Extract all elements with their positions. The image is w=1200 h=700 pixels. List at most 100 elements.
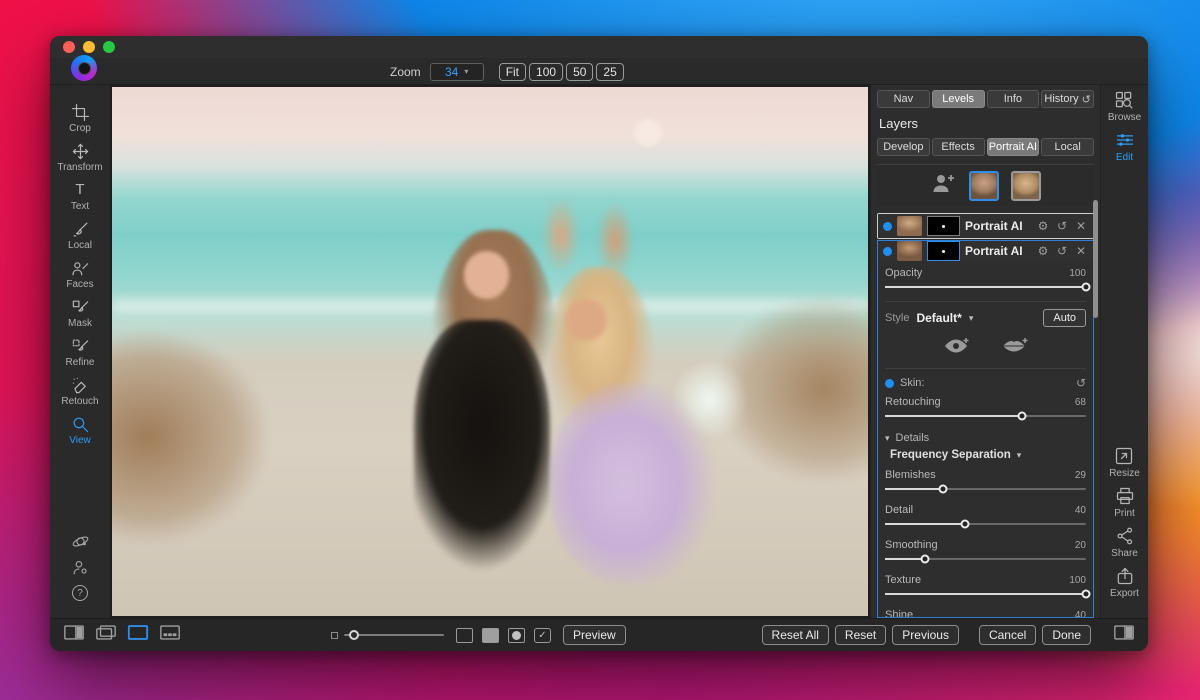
- layer-row-1[interactable]: Portrait AI ⚙ ↺ ✕: [878, 214, 1093, 238]
- face-thumbnail-2[interactable]: [1011, 171, 1041, 201]
- zoom-label: Zoom: [390, 65, 421, 79]
- done-button[interactable]: Done: [1042, 625, 1091, 645]
- selected-layer-panel: Portrait AI ⚙ ↺ ✕ Opacity 100: [877, 240, 1094, 618]
- tool-mask[interactable]: Mask: [50, 298, 110, 337]
- reset-all-button[interactable]: Reset All: [762, 625, 829, 645]
- style-value[interactable]: Default*: [916, 311, 961, 325]
- add-mouth-icon[interactable]: [1001, 336, 1029, 354]
- cancel-button[interactable]: Cancel: [979, 625, 1036, 645]
- style-row: Style Default* ▾ Auto: [878, 302, 1093, 329]
- face-thumbnail-1[interactable]: [969, 171, 999, 201]
- sync-button[interactable]: [71, 528, 90, 554]
- tab-develop[interactable]: Develop: [877, 138, 930, 156]
- dual-display-button[interactable]: [95, 624, 117, 646]
- layer1-delete-icon[interactable]: ✕: [1074, 219, 1088, 233]
- preview-zoom-slider-knob[interactable]: [349, 630, 359, 640]
- tool-local[interactable]: Local: [50, 220, 110, 259]
- texture-slider[interactable]: [885, 587, 1086, 600]
- filmstrip-view-button[interactable]: [159, 624, 181, 646]
- tab-local[interactable]: Local: [1041, 138, 1094, 156]
- zoom-100-button[interactable]: 100: [529, 63, 563, 81]
- text-tool-icon: T: [75, 181, 84, 200]
- panel-scrollbar[interactable]: [1093, 200, 1098, 318]
- layer1-mask-thumbnail[interactable]: [927, 216, 960, 236]
- tab-info[interactable]: Info: [987, 90, 1040, 108]
- panel-toggle-button[interactable]: [1113, 624, 1135, 646]
- layer-row-2[interactable]: Portrait AI ⚙ ↺ ✕: [878, 241, 1093, 261]
- zoom-50-button[interactable]: 50: [566, 63, 593, 81]
- zoom-window-button[interactable]: [103, 41, 115, 53]
- skin-enabled-dot[interactable]: [885, 379, 894, 388]
- layer2-settings-gear-icon[interactable]: ⚙: [1036, 244, 1050, 258]
- blemishes-slider-knob[interactable]: [939, 485, 948, 494]
- account-button[interactable]: [71, 554, 90, 580]
- layer1-reset-icon[interactable]: ↺: [1055, 219, 1069, 233]
- layer1-settings-gear-icon[interactable]: ⚙: [1036, 219, 1050, 233]
- layer2-reset-icon[interactable]: ↺: [1055, 244, 1069, 258]
- text-overlay-button[interactable]: [482, 628, 499, 643]
- smoothing-slider-knob[interactable]: [921, 555, 930, 564]
- preview-zoom-slider[interactable]: [344, 629, 444, 641]
- tab-history[interactable]: History ↺: [1041, 90, 1094, 108]
- sidebar-toggle-button[interactable]: [63, 624, 85, 646]
- layer2-visibility-dot[interactable]: [883, 247, 892, 256]
- texture-slider-knob[interactable]: [1082, 590, 1091, 599]
- rail-print[interactable]: Print: [1114, 486, 1135, 526]
- reset-button[interactable]: Reset: [835, 625, 886, 645]
- skin-reset-icon[interactable]: ↺: [1076, 376, 1086, 390]
- module-rail: Browse Edit Resize Print Share Export: [1100, 85, 1148, 618]
- blemishes-slider[interactable]: [885, 482, 1086, 495]
- single-view-button[interactable]: [127, 624, 149, 646]
- retouching-slider-knob[interactable]: [1017, 412, 1026, 421]
- tab-nav[interactable]: Nav: [877, 90, 930, 108]
- tool-view[interactable]: View: [50, 415, 110, 454]
- tool-refine[interactable]: Refine: [50, 337, 110, 376]
- tool-crop[interactable]: Crop: [50, 103, 110, 142]
- opacity-slider-knob[interactable]: [1082, 283, 1091, 292]
- tab-portrait-ai[interactable]: Portrait AI: [987, 138, 1040, 156]
- soft-proof-button[interactable]: ✓: [534, 628, 551, 643]
- photo-moon: [634, 119, 662, 147]
- layer2-delete-icon[interactable]: ✕: [1074, 244, 1088, 258]
- detail-slider[interactable]: [885, 517, 1086, 530]
- tool-retouch[interactable]: Retouch: [50, 376, 110, 415]
- smoothing-slider[interactable]: [885, 552, 1086, 565]
- rail-browse[interactable]: Browse: [1108, 90, 1141, 130]
- editor-canvas[interactable]: [110, 85, 870, 618]
- detail-slider-knob[interactable]: [961, 520, 970, 529]
- add-eye-icon[interactable]: [943, 336, 971, 354]
- rail-resize[interactable]: Resize: [1109, 446, 1140, 486]
- tab-levels[interactable]: Levels: [932, 90, 985, 108]
- rail-share[interactable]: Share: [1111, 526, 1138, 566]
- help-button[interactable]: ?: [72, 580, 88, 606]
- details-header[interactable]: ▾ Details: [878, 425, 1093, 444]
- tool-faces[interactable]: Faces: [50, 259, 110, 298]
- tool-transform[interactable]: Transform: [50, 142, 110, 181]
- tool-text[interactable]: T Text: [50, 181, 110, 220]
- zoom-25-button[interactable]: 25: [596, 63, 623, 81]
- rail-edit[interactable]: Edit: [1115, 130, 1135, 170]
- minimize-window-button[interactable]: [83, 41, 95, 53]
- auto-button[interactable]: Auto: [1043, 309, 1086, 327]
- layer2-mask-thumbnail[interactable]: [927, 241, 960, 261]
- skin-header[interactable]: Skin: ↺: [878, 369, 1093, 390]
- shine-label: Shine: [885, 609, 913, 618]
- layer1-visibility-dot[interactable]: [883, 222, 892, 231]
- rail-export[interactable]: Export: [1110, 566, 1139, 606]
- mask-overlay-button[interactable]: [508, 628, 525, 643]
- add-feature-icons: [878, 329, 1093, 363]
- details-chevron-down-icon: ▾: [885, 433, 890, 444]
- zoom-value-dropdown[interactable]: 34 ▾: [430, 63, 484, 81]
- style-chevron-down-icon[interactable]: ▾: [969, 313, 974, 324]
- zoom-fit-button[interactable]: Fit: [499, 63, 526, 81]
- opacity-slider[interactable]: [885, 280, 1086, 293]
- preview-button[interactable]: Preview: [563, 625, 626, 645]
- smoothing-label: Smoothing: [885, 539, 938, 551]
- retouching-slider[interactable]: [885, 409, 1086, 422]
- mask-view-button[interactable]: [456, 628, 473, 643]
- frequency-separation-dropdown[interactable]: Frequency Separation ▾: [878, 444, 1093, 463]
- add-face-button[interactable]: [931, 172, 957, 199]
- tab-effects[interactable]: Effects: [932, 138, 985, 156]
- previous-button[interactable]: Previous: [892, 625, 959, 645]
- close-window-button[interactable]: [63, 41, 75, 53]
